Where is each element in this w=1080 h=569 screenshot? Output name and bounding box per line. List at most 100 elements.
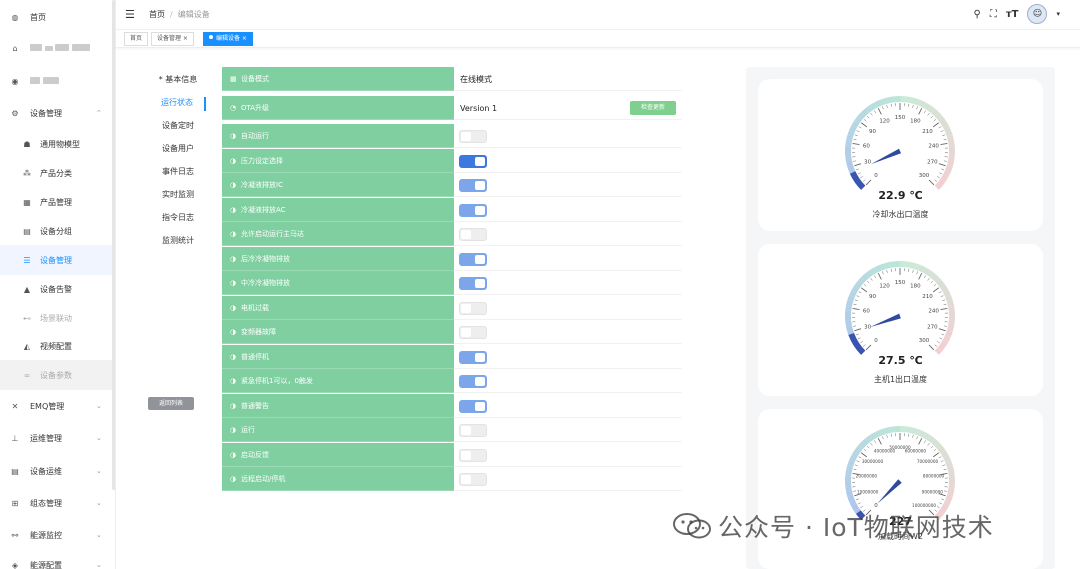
sidebar-item-label: 场景联动	[40, 313, 72, 323]
breadcrumb-home[interactable]: 首页	[149, 10, 165, 19]
nav-item[interactable]: * 基本信息	[150, 74, 206, 88]
table-row: ◑ 允许启动运行主马达	[222, 222, 682, 247]
gauge-card: 0 10000000 20000000 30000000 40000000 5000000…	[758, 409, 1043, 569]
toggle-switch[interactable]	[459, 301, 487, 315]
list-icon: ☰	[23, 255, 31, 265]
toggle-switch[interactable]	[459, 179, 487, 192]
sidebar-item[interactable]: ∞ 设备参数	[0, 360, 112, 390]
toggle-switch[interactable]	[459, 424, 487, 437]
video-icon: ◭	[23, 341, 31, 351]
chevron-down-icon[interactable]: ▾	[1056, 10, 1060, 18]
nav-item[interactable]: 实时监测	[150, 189, 206, 203]
gauge-card: 0 30 60 90 120 150 180 210 240 270 300 27.5 ℃ 主机1出口温…	[758, 244, 1043, 396]
nav-item[interactable]: 设备定时	[150, 120, 206, 134]
x-icon: ✕	[11, 401, 19, 411]
gauge-tick-label: 210	[922, 129, 933, 135]
chevron-down-icon[interactable]: ⌄	[96, 434, 102, 442]
gauge-tick-label: 10000000	[857, 490, 879, 495]
sidebar-item[interactable]: ▦ 产品管理	[0, 187, 112, 217]
back-to-list-button[interactable]: 返回列表	[148, 397, 194, 410]
nav-item[interactable]: 指令日志	[150, 212, 206, 226]
nav-item[interactable]: 运行状态	[150, 97, 206, 111]
chevron-down-icon[interactable]: ⌄	[96, 531, 102, 539]
sidebar-item[interactable]: ⊥ 运维管理 ⌄	[0, 423, 112, 453]
sidebar-item-label: 通用物模型	[40, 139, 80, 149]
toggle-icon: ◑	[230, 401, 237, 410]
switch-label: 普通停机	[241, 352, 269, 361]
sidebar-item-label: 组态管理	[30, 498, 62, 508]
toggle-switch[interactable]	[459, 448, 487, 462]
toggle-switch[interactable]	[459, 375, 487, 388]
sidebar-scrollbar[interactable]	[112, 0, 115, 490]
chevron-down-icon[interactable]: ⌄	[96, 561, 102, 569]
sidebar-item-label: 设备分组	[40, 226, 72, 236]
gauge-tick-label: 270	[927, 325, 938, 331]
gauge-tick-label: 0	[874, 338, 878, 344]
sidebar-item[interactable]: ⊞ 组态管理 ⌄	[0, 488, 112, 518]
toggle-switch[interactable]	[459, 473, 487, 486]
chevron-down-icon[interactable]: ⌄	[96, 402, 102, 410]
nav-item[interactable]: 设备用户	[150, 143, 206, 157]
font-size-icon[interactable]: ᴛT	[1006, 9, 1019, 20]
sidebar-item[interactable]: ◍ 首页	[0, 2, 112, 32]
tab-edit-device[interactable]: 编辑设备 ×	[203, 32, 253, 46]
tags-view: 首页 设备管理 × 编辑设备 ×	[116, 30, 1080, 48]
gauge-tick-label: 180	[910, 119, 921, 125]
toggle-switch[interactable]	[459, 277, 487, 290]
table-row: ◑ 冷凝液排放AC	[222, 197, 682, 223]
chevron-up-icon[interactable]: ⌃	[96, 109, 102, 117]
gauge-tick-label: 300	[919, 338, 930, 344]
bell-icon: ▲	[23, 284, 31, 294]
gauge-value: 22.9 ℃	[878, 189, 923, 202]
fullscreen-icon[interactable]: ⛶	[990, 9, 997, 20]
sidebar-item[interactable]: ⌂	[0, 33, 112, 63]
gauge-tick-label: 90000000	[922, 490, 944, 495]
top-bar: ☰ 首页 / 编辑设备 ⚲ ⛶ ᴛT ☺ ▾	[116, 0, 1080, 30]
layout-icon: ⊞	[11, 498, 19, 508]
sidebar-item[interactable]: ☰ 设备管理	[0, 245, 112, 275]
sidebar-item-label	[30, 76, 59, 86]
search-icon[interactable]: ⚲	[974, 9, 981, 20]
sidebar-item[interactable]: ⚙ 设备管理 ⌃	[0, 98, 112, 128]
toggle-switch[interactable]	[459, 252, 487, 266]
sidebar-item[interactable]: ◈ 能源配置 ⌄	[0, 550, 112, 569]
check-update-button[interactable]: 检查更新	[630, 101, 676, 115]
dashboard-icon: ◍	[11, 12, 19, 22]
sidebar-item[interactable]: ☗ 通用物模型	[0, 129, 112, 159]
gauge-tick-label: 60	[863, 144, 870, 150]
nav-item[interactable]: 事件日志	[150, 166, 206, 180]
sidebar-item[interactable]: ◭ 视频配置	[0, 331, 112, 361]
gauge-tick-label: 300	[919, 173, 930, 179]
toggle-switch[interactable]	[459, 350, 487, 364]
toggle-switch[interactable]	[459, 228, 487, 241]
mode-value: 在线模式	[454, 67, 682, 91]
switch-label: 远程启动/停机	[241, 475, 286, 483]
sidebar-item[interactable]: ⚯ 能源监控 ⌄	[0, 520, 112, 550]
sidebar-item[interactable]: ⊷ 场景联动	[0, 303, 112, 333]
gauge-tick-label: 150	[895, 115, 906, 121]
sidebar-item[interactable]: ◉	[0, 66, 112, 96]
toggle-switch[interactable]	[459, 203, 487, 217]
gauge-tick-label: 240	[928, 309, 939, 315]
sidebar-item[interactable]: ⁂ 产品分类	[0, 158, 112, 188]
sidebar-item-label: 能源监控	[30, 530, 62, 540]
param-icon: ∞	[23, 370, 31, 380]
sidebar-item[interactable]: ▤ 设备运维 ⌄	[0, 456, 112, 486]
table-row: ◑ 运行	[222, 418, 682, 443]
toggle-switch[interactable]	[459, 154, 487, 168]
table-row: ◑ 普通停机	[222, 344, 682, 370]
chevron-down-icon[interactable]: ⌄	[96, 467, 102, 475]
hamburger-icon[interactable]: ☰	[125, 8, 135, 21]
sidebar-item[interactable]: ✕ EMQ管理 ⌄	[0, 391, 112, 421]
nav-item[interactable]: 监测统计	[150, 235, 206, 249]
toggle-switch[interactable]	[459, 130, 487, 143]
tab-device-manage[interactable]: 设备管理 ×	[151, 32, 194, 46]
sidebar-item-label: 设备管理	[40, 255, 72, 265]
avatar[interactable]: ☺	[1027, 4, 1048, 24]
toggle-switch[interactable]	[459, 326, 487, 339]
toggle-switch[interactable]	[459, 399, 487, 413]
sidebar-item[interactable]: ▤ 设备分组	[0, 216, 112, 246]
chevron-down-icon[interactable]: ⌄	[96, 499, 102, 507]
tab-home[interactable]: 首页	[124, 32, 149, 46]
sidebar-item[interactable]: ▲ 设备告警	[0, 274, 112, 304]
